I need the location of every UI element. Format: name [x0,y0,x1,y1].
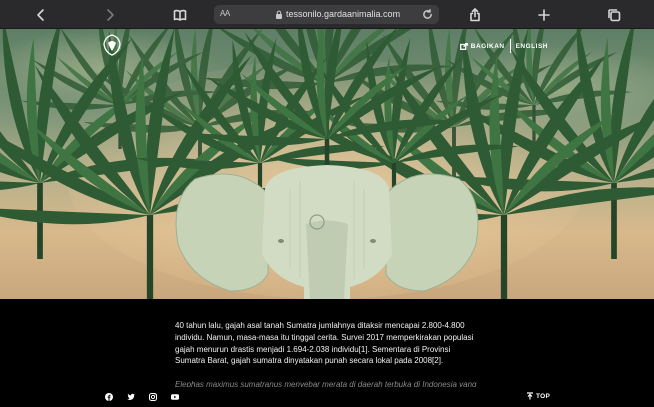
forward-icon [107,9,114,21]
facebook-icon [105,393,113,401]
new-tab-button[interactable] [534,5,554,25]
tabs-button[interactable] [604,5,624,25]
site-logo[interactable] [102,34,122,56]
nav-divider [509,39,511,53]
instagram-icon [149,393,157,401]
share-link[interactable]: BAGIKAN [459,42,510,50]
hero-nav: BAGIKAN ENGLISH [459,39,548,53]
share-button[interactable] [465,5,485,25]
reader-button[interactable] [170,5,190,25]
address-bar[interactable]: AA tessonilo.gardaanimalia.com [214,5,439,24]
back-icon [37,9,44,21]
forward-button[interactable] [100,5,120,25]
reload-button[interactable] [422,7,436,21]
top-label: TOP [536,392,551,400]
facebook-link[interactable] [104,392,114,402]
url-text: tessonilo.gardaanimalia.com [286,9,401,19]
twitter-icon [127,393,135,400]
youtube-icon [171,394,179,400]
share-icon [470,8,480,22]
reload-icon [423,9,432,19]
youtube-link[interactable] [170,392,180,402]
share-label: BAGIKAN [470,42,505,50]
instagram-link[interactable] [148,392,158,402]
language-link[interactable]: ENGLISH [516,43,548,50]
article-paragraph: 40 tahun lalu, gajah asal tanah Sumatra … [175,321,474,366]
text-size-button[interactable]: AA [220,9,230,18]
elephant-figure [175,165,479,299]
browser-toolbar: AA tessonilo.gardaanimalia.com [0,0,654,29]
article-paragraph-partial: Elephas maximus sumatranus menyebar mera… [175,380,477,387]
hero-banner: BAGIKAN ENGLISH [0,29,654,299]
tabs-icon [608,9,621,22]
arrow-up-icon [527,392,533,400]
back-button[interactable] [31,5,51,25]
footer-bar: TOP [0,387,654,407]
back-to-top-link[interactable]: TOP [526,392,550,400]
lock-icon [276,10,282,19]
share-arrow-icon [459,42,468,50]
hero-illustration [0,29,654,299]
twitter-link[interactable] [126,392,136,402]
reader-icon [173,9,187,21]
new-tab-icon [538,9,550,21]
